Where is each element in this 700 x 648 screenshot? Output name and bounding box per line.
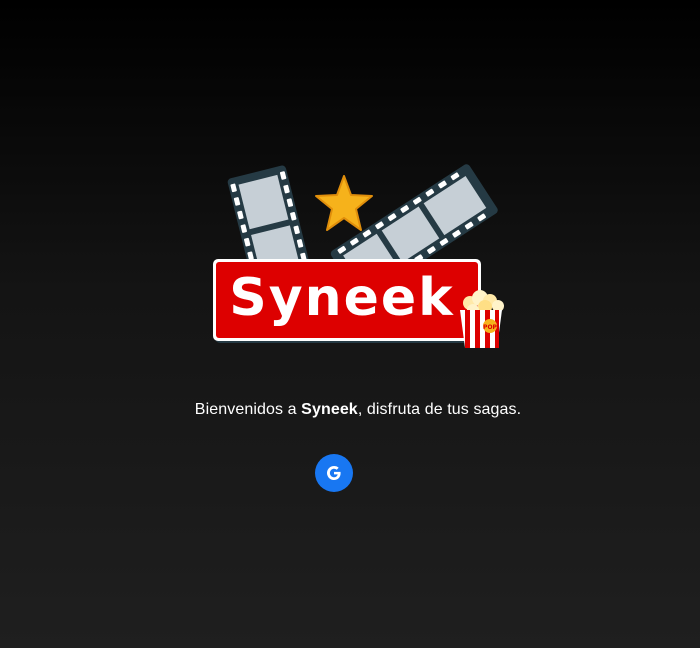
syneek-logo: Syneek POP xyxy=(210,160,510,355)
star-icon xyxy=(315,175,373,231)
welcome-prefix: Bienvenidos a xyxy=(194,401,302,418)
welcome-message: Bienvenidos a Syneek, disfruta de tus sa… xyxy=(0,401,700,419)
google-icon xyxy=(327,466,341,480)
google-login-button[interactable] xyxy=(315,454,353,492)
welcome-brand: Syneek xyxy=(301,401,358,418)
popcorn-icon: POP xyxy=(460,290,504,348)
logo-brand-text: Syneek xyxy=(229,268,454,328)
welcome-suffix: , disfruta de tus sagas. xyxy=(357,401,522,418)
popcorn-label: POP xyxy=(483,324,497,331)
